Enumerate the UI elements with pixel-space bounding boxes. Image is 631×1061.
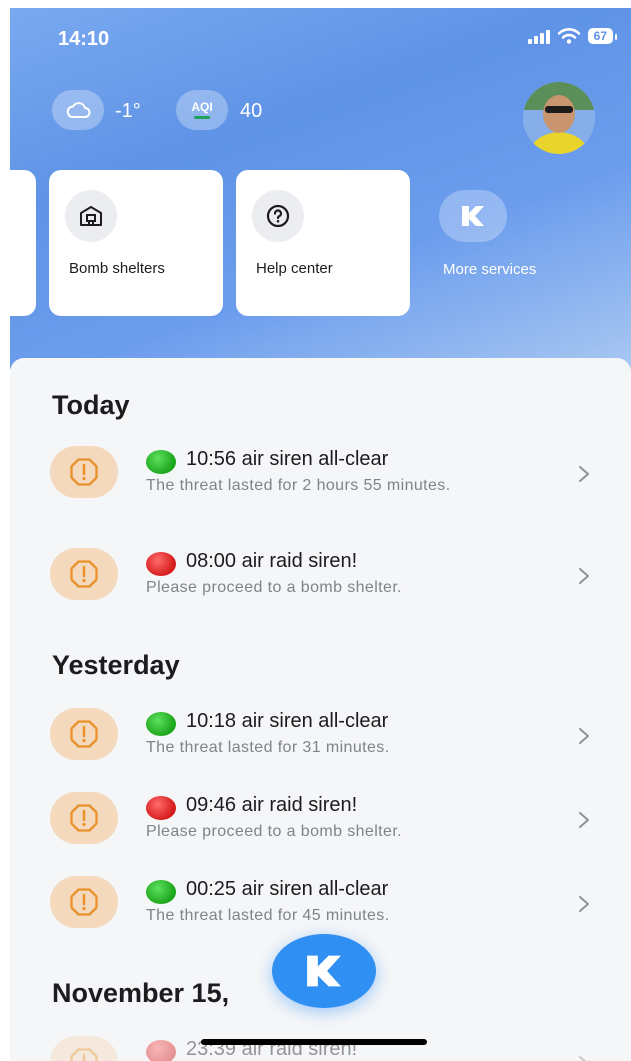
alert-title: 09:46 air raid siren!	[186, 794, 358, 816]
alert-row[interactable]: 10:18 air siren all-clear The threat las…	[10, 708, 631, 778]
service-label: Bomb shelters	[69, 260, 165, 277]
status-time: 14:10	[58, 28, 110, 50]
avatar-image	[523, 82, 595, 154]
battery-indicator: 67	[587, 28, 618, 44]
service-label: Help center	[256, 260, 333, 277]
warning-icon	[50, 446, 118, 498]
aqi-level-bar	[194, 116, 210, 119]
chevron-right-icon	[579, 568, 589, 584]
aqi-chip[interactable]: AQI	[176, 90, 228, 130]
service-card-bomb-shelters[interactable]: Bomb shelters	[49, 170, 223, 316]
warning-icon	[50, 1036, 118, 1061]
status-dot-all-clear	[146, 450, 176, 474]
warning-icon	[50, 708, 118, 760]
alert-subtitle: The threat lasted for 31 minutes.	[146, 739, 390, 756]
service-card-help-center[interactable]: Help center	[236, 170, 410, 316]
aqi-label: AQI	[191, 100, 213, 114]
alert-subtitle: The threat lasted for 45 minutes.	[146, 907, 390, 924]
alert-row[interactable]: 08:00 air raid siren! Please proceed to …	[10, 548, 631, 618]
status-dot-all-clear	[146, 880, 176, 904]
weather-chip[interactable]	[52, 90, 104, 130]
section-heading-today: Today	[52, 390, 130, 420]
status-icons: 67	[527, 28, 618, 44]
chevron-right-icon	[579, 896, 589, 912]
alert-row[interactable]: 10:56 air siren all-clear The threat las…	[10, 446, 631, 516]
warning-icon	[50, 876, 118, 928]
app-logo-icon	[462, 206, 484, 226]
alert-subtitle: The threat lasted for 2 hours 55 minutes…	[146, 477, 451, 494]
chevron-right-icon	[579, 1056, 587, 1061]
question-icon-wrap	[252, 190, 304, 242]
warning-icon	[50, 548, 118, 600]
shelter-icon-wrap	[65, 190, 117, 242]
shelter-icon	[80, 206, 102, 226]
app-home-button[interactable]	[272, 934, 376, 1008]
chevron-right-icon	[579, 728, 589, 744]
cloud-icon	[66, 102, 91, 118]
status-dot-raid	[146, 796, 176, 820]
alert-subtitle: Please proceed to a bomb shelter.	[146, 823, 403, 840]
section-heading-yesterday: Yesterday	[52, 650, 180, 680]
more-services-button[interactable]	[439, 190, 507, 242]
section-heading-date: November 15,	[52, 978, 230, 1008]
signal-icon	[527, 28, 550, 44]
avatar[interactable]	[523, 82, 595, 154]
wifi-icon	[557, 28, 580, 44]
alert-row[interactable]: 09:46 air raid siren! Please proceed to …	[10, 792, 631, 862]
alert-title: 00:25 air siren all-clear	[186, 878, 389, 900]
chevron-right-icon	[579, 466, 589, 482]
temperature: -1°	[115, 100, 141, 122]
alert-title: 10:56 air siren all-clear	[186, 448, 389, 470]
header-hero: 14:10 67 -1° AQI 40 Bomb shelters Help c…	[10, 8, 631, 370]
chevron-right-icon	[579, 812, 589, 828]
status-dot-raid	[146, 552, 176, 576]
status-dot-raid	[146, 1040, 176, 1061]
status-dot-all-clear	[146, 712, 176, 736]
app-logo-icon	[307, 955, 341, 987]
alert-title: 10:18 air siren all-clear	[186, 710, 389, 732]
home-indicator[interactable]	[201, 1039, 427, 1045]
service-card-partial[interactable]	[10, 170, 36, 316]
app-screen: 14:10 67 -1° AQI 40 Bomb shelters Help c…	[10, 8, 631, 1061]
aqi-value: 40	[240, 100, 263, 122]
alert-subtitle: Please proceed to a bomb shelter.	[146, 579, 403, 596]
alert-title: 08:00 air raid siren!	[186, 550, 358, 572]
warning-icon	[50, 792, 118, 844]
question-icon	[266, 204, 290, 228]
more-services-label[interactable]: More services	[443, 260, 543, 279]
